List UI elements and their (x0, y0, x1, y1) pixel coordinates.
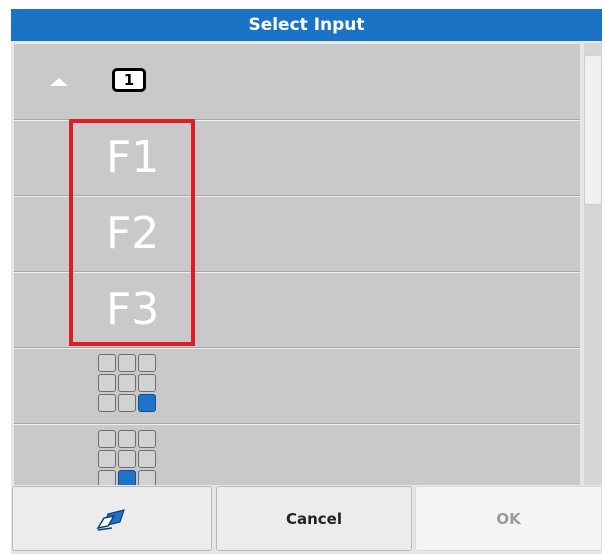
page-number-badge: 1 (112, 68, 146, 92)
grid-cell (98, 450, 116, 468)
grid-cell (118, 354, 136, 372)
ok-button[interactable]: OK (415, 486, 602, 551)
button-grid-icon (98, 430, 156, 485)
grid-cell (118, 374, 136, 392)
button-grid-icon (98, 354, 156, 412)
grid-cell-active (118, 470, 136, 485)
grid-cell (98, 374, 116, 392)
grid-cell-active (138, 394, 156, 412)
grid-cell (138, 374, 156, 392)
ok-label: OK (496, 509, 521, 528)
cancel-label: Cancel (285, 509, 342, 528)
grid-cell (98, 470, 116, 485)
caret-up-icon[interactable] (50, 78, 68, 86)
dialog-title-bar: Select Input (11, 9, 602, 41)
list-item-grid-2[interactable] (14, 424, 580, 485)
highlight-box (69, 119, 195, 346)
grid-cell (138, 354, 156, 372)
eraser-icon (96, 508, 125, 531)
grid-cell (118, 394, 136, 412)
grid-cell (118, 430, 136, 448)
grid-cell (98, 394, 116, 412)
list-row-page-up[interactable]: 1 (14, 43, 580, 120)
scrollbar-thumb[interactable] (584, 55, 602, 205)
list-item-grid-1[interactable] (14, 348, 580, 424)
erase-button[interactable] (12, 486, 212, 551)
grid-cell (98, 354, 116, 372)
grid-cell (138, 430, 156, 448)
dialog-title: Select Input (248, 15, 365, 35)
grid-cell (118, 450, 136, 468)
grid-cell (98, 430, 116, 448)
grid-cell (138, 450, 156, 468)
cancel-button[interactable]: Cancel (216, 486, 412, 551)
grid-cell (138, 470, 156, 485)
